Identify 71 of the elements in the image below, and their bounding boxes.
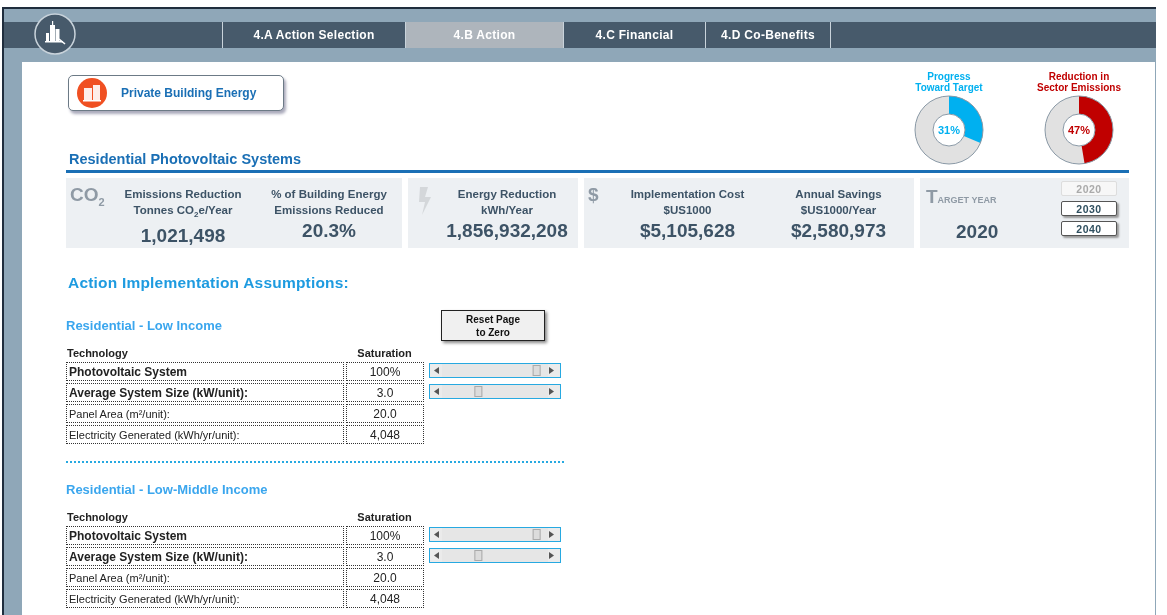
left-arrow-icon[interactable] — [434, 367, 439, 374]
buildings-icon — [77, 78, 107, 108]
table-cell: Photovoltaic System — [66, 526, 344, 545]
table-cell: Photovoltaic System — [66, 362, 344, 381]
metric-value: 1,856,932,208 — [446, 220, 568, 242]
table-cell: 3.0 — [346, 547, 424, 566]
column-header: Technology — [66, 511, 129, 525]
table-cell: 4,048 — [346, 589, 424, 608]
slider-thumb[interactable] — [474, 386, 483, 397]
right-arrow-icon[interactable] — [549, 367, 554, 374]
reset-button[interactable]: Reset Page to Zero — [441, 310, 545, 341]
subsection-title: Residential - Low-Middle Income — [66, 482, 269, 497]
table-cell: Panel Area (m²/unit): — [66, 568, 344, 587]
table-cell: 3.0 — [346, 383, 424, 402]
slider[interactable] — [429, 363, 561, 378]
year-button[interactable]: 2040 — [1061, 221, 1117, 236]
year-button[interactable]: 2030 — [1061, 201, 1117, 216]
gauge-value: 47% — [1068, 124, 1090, 136]
right-arrow-icon[interactable] — [549, 531, 554, 538]
table-cell: Electricity Generated (kWh/yr/unit): — [66, 425, 344, 444]
slider-thumb[interactable] — [474, 550, 483, 561]
table-cell: Electricity Generated (kWh/yr/unit): — [66, 589, 344, 608]
metric-label: Energy Reduction — [457, 187, 557, 202]
metric-unit: Tonnes CO$_{2}$e/Year — [133, 203, 233, 222]
slider-thumb[interactable] — [532, 365, 541, 376]
table-cell: 100% — [346, 362, 424, 381]
subsection-title: Residential - Low Income — [66, 318, 224, 333]
slider[interactable] — [429, 384, 561, 399]
metric-value: $5,105,628 — [639, 220, 736, 242]
column-header: Saturation — [356, 511, 413, 525]
metric-unit: Emissions Reduced — [274, 203, 384, 218]
slider-thumb[interactable] — [532, 529, 541, 540]
metric-label: Implementation Cost — [630, 187, 745, 202]
metric-unit: $US1000/Year — [800, 203, 877, 218]
table-cell: 100% — [346, 526, 424, 545]
table-cell: 20.0 — [346, 404, 424, 423]
dollar-icon: $ — [588, 184, 612, 206]
metric-value: 1,021,498 — [140, 225, 226, 248]
gauge-label: Reduction in Sector Emissions — [1037, 71, 1121, 93]
right-arrow-icon[interactable] — [549, 388, 554, 395]
gauge-value: 31% — [938, 124, 960, 136]
table-cell: Average System Size (kW/unit): — [66, 547, 344, 566]
metric-unit: $US1000 — [663, 203, 712, 218]
sector-button[interactable]: Private Building Energy — [68, 75, 284, 111]
donut-gauge — [914, 95, 984, 165]
metric-value: 20.3% — [302, 220, 356, 242]
metric-unit: kWh/Year — [481, 203, 533, 218]
target-year-value: 2020 — [956, 221, 999, 243]
left-arrow-icon[interactable] — [434, 388, 439, 395]
target-year-label: TARGET YEAR — [926, 186, 997, 208]
metric-label: Annual Savings — [795, 187, 882, 202]
section-title: Residential Photovoltaic Systems — [69, 151, 302, 167]
table-cell: 20.0 — [346, 568, 424, 587]
donut-gauge — [1044, 95, 1114, 165]
co2-icon: CO$_{2}$ — [70, 184, 110, 208]
table-cell: Panel Area (m²/unit): — [66, 404, 344, 423]
table-cell: Average System Size (kW/unit): — [66, 383, 344, 402]
gauge-label: Progress Toward Target — [915, 71, 983, 93]
right-arrow-icon[interactable] — [549, 552, 554, 559]
table-cell: 4,048 — [346, 425, 424, 444]
metric-label: % of Building Energy — [271, 187, 387, 202]
assumptions-heading: Action Implementation Assumptions: — [68, 274, 350, 292]
left-arrow-icon[interactable] — [434, 552, 439, 559]
city-logo-icon[interactable] — [34, 13, 76, 55]
left-arrow-icon[interactable] — [434, 531, 439, 538]
slider[interactable] — [429, 548, 561, 563]
slider[interactable] — [429, 527, 561, 542]
metric-value: $2,580,973 — [790, 220, 887, 242]
metric-label: Emissions Reduction — [124, 187, 242, 202]
column-header: Technology — [66, 347, 129, 361]
column-header: Saturation — [356, 347, 413, 361]
